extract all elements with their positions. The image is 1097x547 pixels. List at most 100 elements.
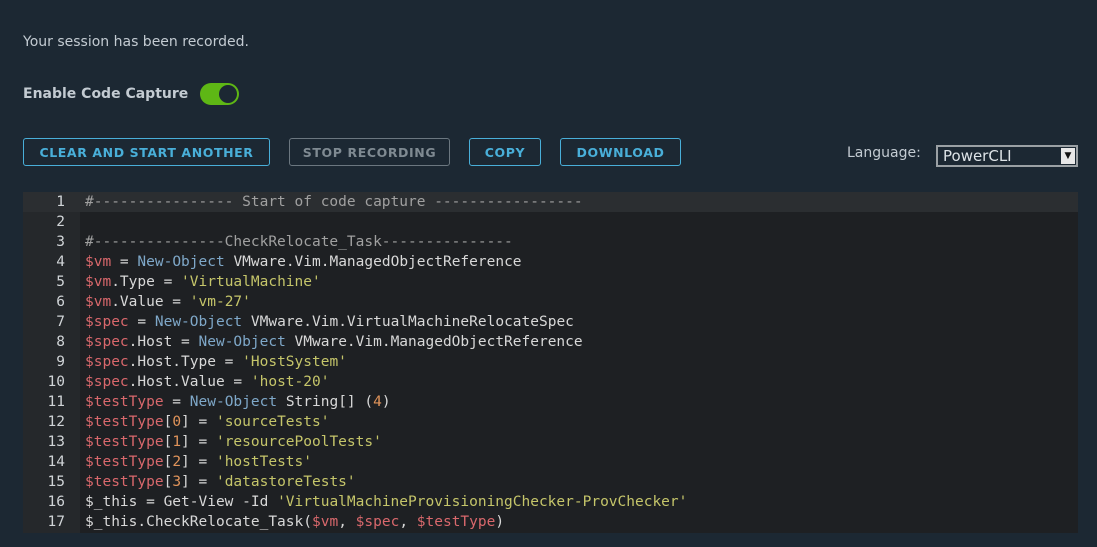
token-kw: New-Object [154,314,243,330]
token-kw: New-Object [137,254,225,270]
token-num: 2 [172,454,182,470]
code-text: $testType[0] = 'sourceTests' [85,412,329,432]
code-line: 6 $vm.Value = 'vm-27' [23,292,1078,312]
language-label: Language: [847,145,921,161]
token-plain: , [338,514,356,530]
token-plain: $_this.CheckRelocate_Task( [85,514,312,530]
token-var: $testType [85,414,164,430]
token-plain: .Value = [111,294,190,310]
token-var: $testType [85,394,164,410]
copy-button[interactable]: COPY [469,138,541,166]
line-number: 8 [56,334,65,350]
token-plain: .Host.Type = [128,354,243,370]
token-kw: New-Object [198,334,286,350]
token-plain: [ [163,414,173,430]
code-text: $testType = New-Object String[] (4) [85,392,391,412]
code-editor[interactable]: 1 #---------------- Start of code capture… [23,192,1078,533]
token-var: $spec [85,354,129,370]
token-plain: [ [163,474,173,490]
token-str: 'resourcePoolTests' [215,434,382,450]
token-plain: VMware.Vim.VirtualMachineRelocateSpec [242,314,574,330]
dropdown-arrow-icon[interactable]: ▼ [1061,148,1075,164]
clear-and-start-another-button[interactable]: CLEAR AND START ANOTHER [23,138,270,166]
token-plain: String[] ( [277,394,374,410]
token-num: 3 [172,474,182,490]
token-plain: ] = [181,434,216,450]
code-text: $testType[1] = 'resourcePoolTests' [85,432,382,452]
code-line: 1 #---------------- Start of code capture… [23,192,1078,212]
code-line: 3 #---------------CheckRelocate_Task-----… [23,232,1078,252]
code-line: 14 $testType[2] = 'hostTests' [23,452,1078,472]
download-button[interactable]: DOWNLOAD [560,138,681,166]
code-text: $spec.Host.Type = 'HostSystem' [85,352,347,372]
token-plain: .Type = [111,274,182,290]
line-number: 17 [47,514,65,530]
token-str: 'datastoreTests' [215,474,356,490]
code-line: 8 $spec.Host = New-Object VMware.Vim.Mana… [23,332,1078,352]
line-number: 13 [47,434,65,450]
code-line: 15 $testType[3] = 'datastoreTests' [23,472,1078,492]
token-plain: [ [163,434,173,450]
code-capture-toggle[interactable] [200,83,240,105]
code-line: 9 $spec.Host.Type = 'HostSystem' [23,352,1078,372]
code-text: #---------------- Start of code capture … [85,192,583,212]
token-plain: VMware.Vim.ManagedObjectReference [285,334,583,350]
token-plain: .Host = [128,334,199,350]
token-var: $testType [416,514,496,530]
token-var: $spec [85,374,129,390]
token-plain: .Host.Value = [128,374,251,390]
code-capture-label: Enable Code Capture [23,86,189,102]
token-var: $vm [311,514,339,530]
code-text: #---------------CheckRelocate_Task------… [85,232,513,252]
token-plain: = [163,394,190,410]
code-line: 2 [23,212,1078,232]
language-selected-value: PowerCLI [943,147,1012,165]
line-number: 16 [47,494,65,510]
code-line: 17 $_this.CheckRelocate_Task($vm, $spec, … [23,512,1078,532]
status-message: Your session has been recorded. [23,34,249,50]
line-number: 10 [47,374,65,390]
code-text: $testType[3] = 'datastoreTests' [85,472,356,492]
token-str: 'sourceTests' [215,414,330,430]
code-text: $spec.Host = New-Object VMware.Vim.Manag… [85,332,583,352]
code-line: 11 $testType = New-Object String[] (4) [23,392,1078,412]
token-com: #---------------- Start of code capture … [85,194,583,210]
code-text: $vm = New-Object VMware.Vim.ManagedObjec… [85,252,522,272]
code-text: $vm.Value = 'vm-27' [85,292,251,312]
token-var: $spec [355,514,400,530]
line-number: 15 [47,474,65,490]
line-number: 1 [56,194,65,210]
token-plain: ) [495,514,505,530]
line-number: 3 [56,234,65,250]
code-text: $spec.Host.Value = 'host-20' [85,372,329,392]
code-line: 7 $spec = New-Object VMware.Vim.VirtualMa… [23,312,1078,332]
code-line: 13 $testType[1] = 'resourcePoolTests' [23,432,1078,452]
code-line: 16 $_this = Get-View -Id 'VirtualMachineP… [23,492,1078,512]
code-line: 12 $testType[0] = 'sourceTests' [23,412,1078,432]
line-number: 4 [56,254,65,270]
token-plain: ] = [181,454,216,470]
token-str: 'VirtualMachine' [181,274,321,290]
code-line: 5 $vm.Type = 'VirtualMachine' [23,272,1078,292]
token-num: 1 [172,434,182,450]
token-num: 0 [172,414,182,430]
line-number: 12 [47,414,65,430]
token-var: $testType [85,434,164,450]
token-plain: [ [163,454,173,470]
token-var: $testType [85,454,164,470]
code-text: $_this.CheckRelocate_Task($vm, $spec, $t… [85,512,504,532]
code-capture-row: Enable Code Capture [23,83,240,105]
stop-recording-button[interactable]: STOP RECORDING [289,138,450,166]
language-select[interactable]: PowerCLI ▼ [936,145,1078,167]
code-line: 4 $vm = New-Object VMware.Vim.ManagedObje… [23,252,1078,272]
line-number: 2 [56,214,65,230]
token-var: $spec [85,334,129,350]
token-plain: VMware.Vim.ManagedObjectReference [224,254,522,270]
token-plain: , [399,514,417,530]
token-str: 'VirtualMachineProvisioningChecker-ProvC… [277,494,688,510]
code-text: $spec = New-Object VMware.Vim.VirtualMac… [85,312,574,332]
line-number: 7 [56,314,65,330]
token-var: $vm [85,274,112,290]
token-str: 'hostTests' [215,454,312,470]
token-plain: = [128,314,155,330]
